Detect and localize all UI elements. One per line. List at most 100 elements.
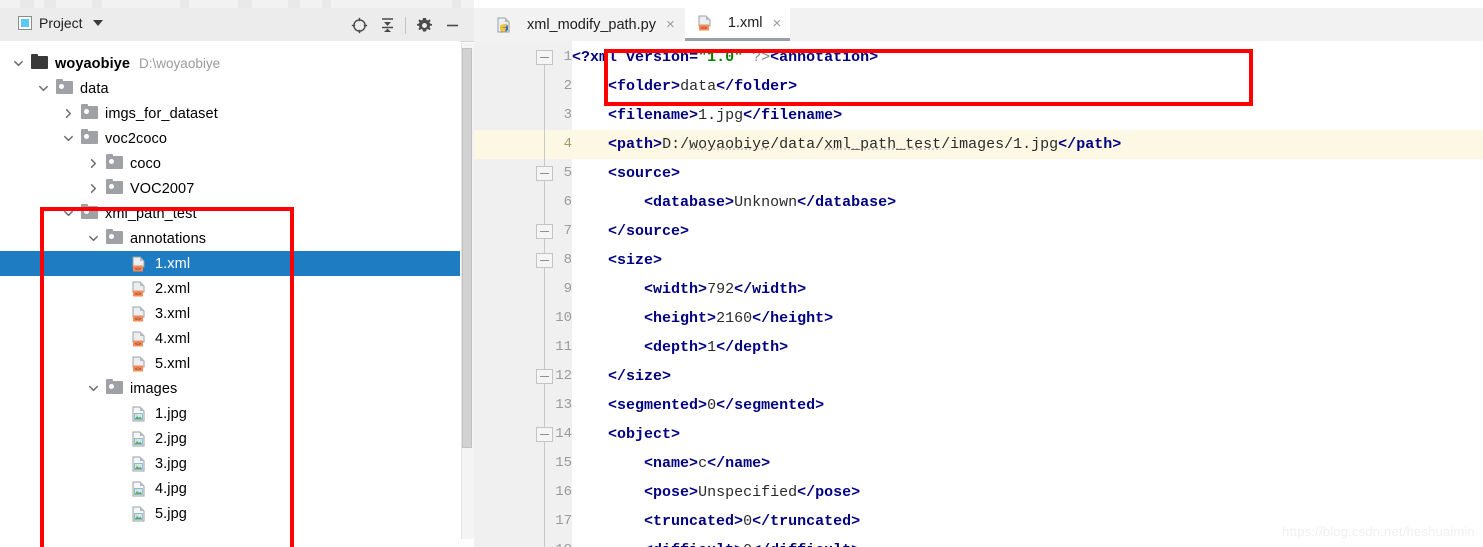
project-title-dropdown[interactable]: Project [18,15,103,31]
chevron-down-icon[interactable] [85,381,101,397]
code-line[interactable]: <pose>Unspecified</pose> [572,478,1483,507]
chevron-down-icon[interactable] [10,56,26,72]
tree-row-label: 1.jpg [155,405,187,422]
code-line[interactable]: </size> [572,362,1483,391]
code-token-punc: > [680,223,690,240]
code-token-punc: </ [716,339,735,356]
code-token-tag: database [653,194,726,211]
code-token-punc: </ [743,107,762,124]
code-content[interactable]: <?xml version="1.0" ?><annotation> < fold… [572,41,1483,547]
editor-tab[interactable]: <> 1.xml × [684,8,791,41]
project-file-tree[interactable]: woyaobiye D:\woyaobiye data imgs_for_datase… [0,41,460,547]
code-token-tag: filename [617,107,690,124]
editor-tab[interactable]: xml_modify_path.py × [484,8,684,41]
code-token-punc: < [608,136,618,153]
code-line[interactable]: <database>Unknown</database> [572,188,1483,217]
fold-toggle-icon[interactable] [536,427,553,442]
code-token-punc: > [698,339,708,356]
tree-row[interactable]: <> 2.xml [0,276,460,301]
xml-file-icon: <> [131,306,149,322]
code-line[interactable]: <size> [572,246,1483,275]
tree-row[interactable]: images [0,376,460,401]
close-icon[interactable]: × [773,16,782,31]
chevron-down-icon[interactable] [85,231,101,247]
code-line[interactable]: <?xml version="1.0" ?><annotation> [572,43,1483,72]
code-token-punc: > [824,310,834,327]
code-line[interactable]: <folder>data</folder> [572,72,1483,101]
tree-row[interactable]: coco [0,151,460,176]
chevron-down-icon[interactable] [92,20,103,26]
minimize-icon[interactable] [438,15,466,35]
code-token-punc: < [644,281,654,298]
tree-row-label: 3.xml [155,305,191,322]
fold-toggle-icon[interactable] [536,369,553,384]
code-line[interactable]: <depth>1</depth> [572,333,1483,362]
code-token-tag: segmented [617,397,699,414]
tree-row[interactable]: <> 1.xml [0,251,460,276]
code-line[interactable]: <name>c</name> [572,449,1483,478]
chevron-right-icon[interactable] [85,181,101,197]
tree-row[interactable]: woyaobiye D:\woyaobiye [0,51,460,76]
tree-row[interactable]: voc2coco [0,126,460,151]
code-line[interactable]: <path>D:/woyaobiye/data/xml_path_test/im… [572,130,1483,159]
editor-gutter[interactable]: 123456789101112131415161718192021 [474,41,572,547]
code-token-punc: = [689,49,699,66]
code-token-txt: 1 [707,339,717,356]
tree-row[interactable]: 2.jpg [0,426,460,451]
chevron-down-icon[interactable] [35,81,51,97]
chevron-right-icon[interactable] [85,156,101,172]
code-token-tag: width [752,281,798,298]
tree-row[interactable]: <> 3.xml [0,301,460,326]
code-line[interactable]: </source> [572,217,1483,246]
tree-row[interactable]: 1.jpg [0,401,460,426]
editor-tab-bar[interactable]: xml_modify_path.py × <> 1.xml × [474,8,1483,42]
locate-icon[interactable] [345,15,373,35]
tree-arrow-none [110,356,126,372]
code-line[interactable]: <segmented>0</segmented> [572,391,1483,420]
gear-icon[interactable] [410,15,438,35]
code-token-tag: difficult [770,542,851,547]
code-token-punc: < [644,455,654,472]
tree-row[interactable]: imgs_for_dataset [0,101,460,126]
tree-row[interactable]: 5.jpg [0,501,460,526]
fold-toggle-icon[interactable] [536,50,553,65]
code-line[interactable]: <width>792</width> [572,275,1483,304]
chevron-down-icon[interactable] [60,206,76,222]
code-line[interactable]: <filename>1.jpg</filename> [572,101,1483,130]
code-line[interactable]: <source> [572,159,1483,188]
code-token-tag: filename [761,107,834,124]
code-token-tag: folder [734,78,789,95]
code-line[interactable]: <object> [572,420,1483,449]
fold-guide-line [544,55,545,547]
tree-row-path: D:\woyaobiye [139,56,221,71]
close-icon[interactable]: × [666,17,675,32]
code-token-tag: segmented [734,397,816,414]
code-token-punc: > [671,426,681,443]
code-token-tag: height [770,310,825,327]
code-token-punc: > [851,542,860,547]
tree-row[interactable]: 4.jpg [0,476,460,501]
code-token-punc: < [608,78,618,95]
tree-row[interactable]: data [0,76,460,101]
fold-toggle-icon[interactable] [536,253,553,268]
tree-row[interactable]: 3.jpg [0,451,460,476]
svg-text:<>: <> [701,25,708,31]
tree-row[interactable]: annotations [0,226,460,251]
tree-row[interactable]: VOC2007 [0,176,460,201]
project-scrollbar-thumb[interactable] [462,48,472,448]
code-line[interactable]: <height>2160</height> [572,304,1483,333]
collapse-all-icon[interactable] [373,15,401,35]
tree-row[interactable]: xml_path_test [0,201,460,226]
tree-row[interactable]: <> 4.xml [0,326,460,351]
fold-toggle-icon[interactable] [536,224,553,239]
tree-row[interactable]: <> 5.xml [0,351,460,376]
code-folding-column[interactable] [534,41,556,547]
fold-toggle-icon[interactable] [536,166,553,181]
chevron-right-icon[interactable] [60,106,76,122]
chevron-down-icon[interactable] [60,131,76,147]
code-token-tag: path [1076,136,1113,153]
code-token-punc: < [770,49,780,66]
